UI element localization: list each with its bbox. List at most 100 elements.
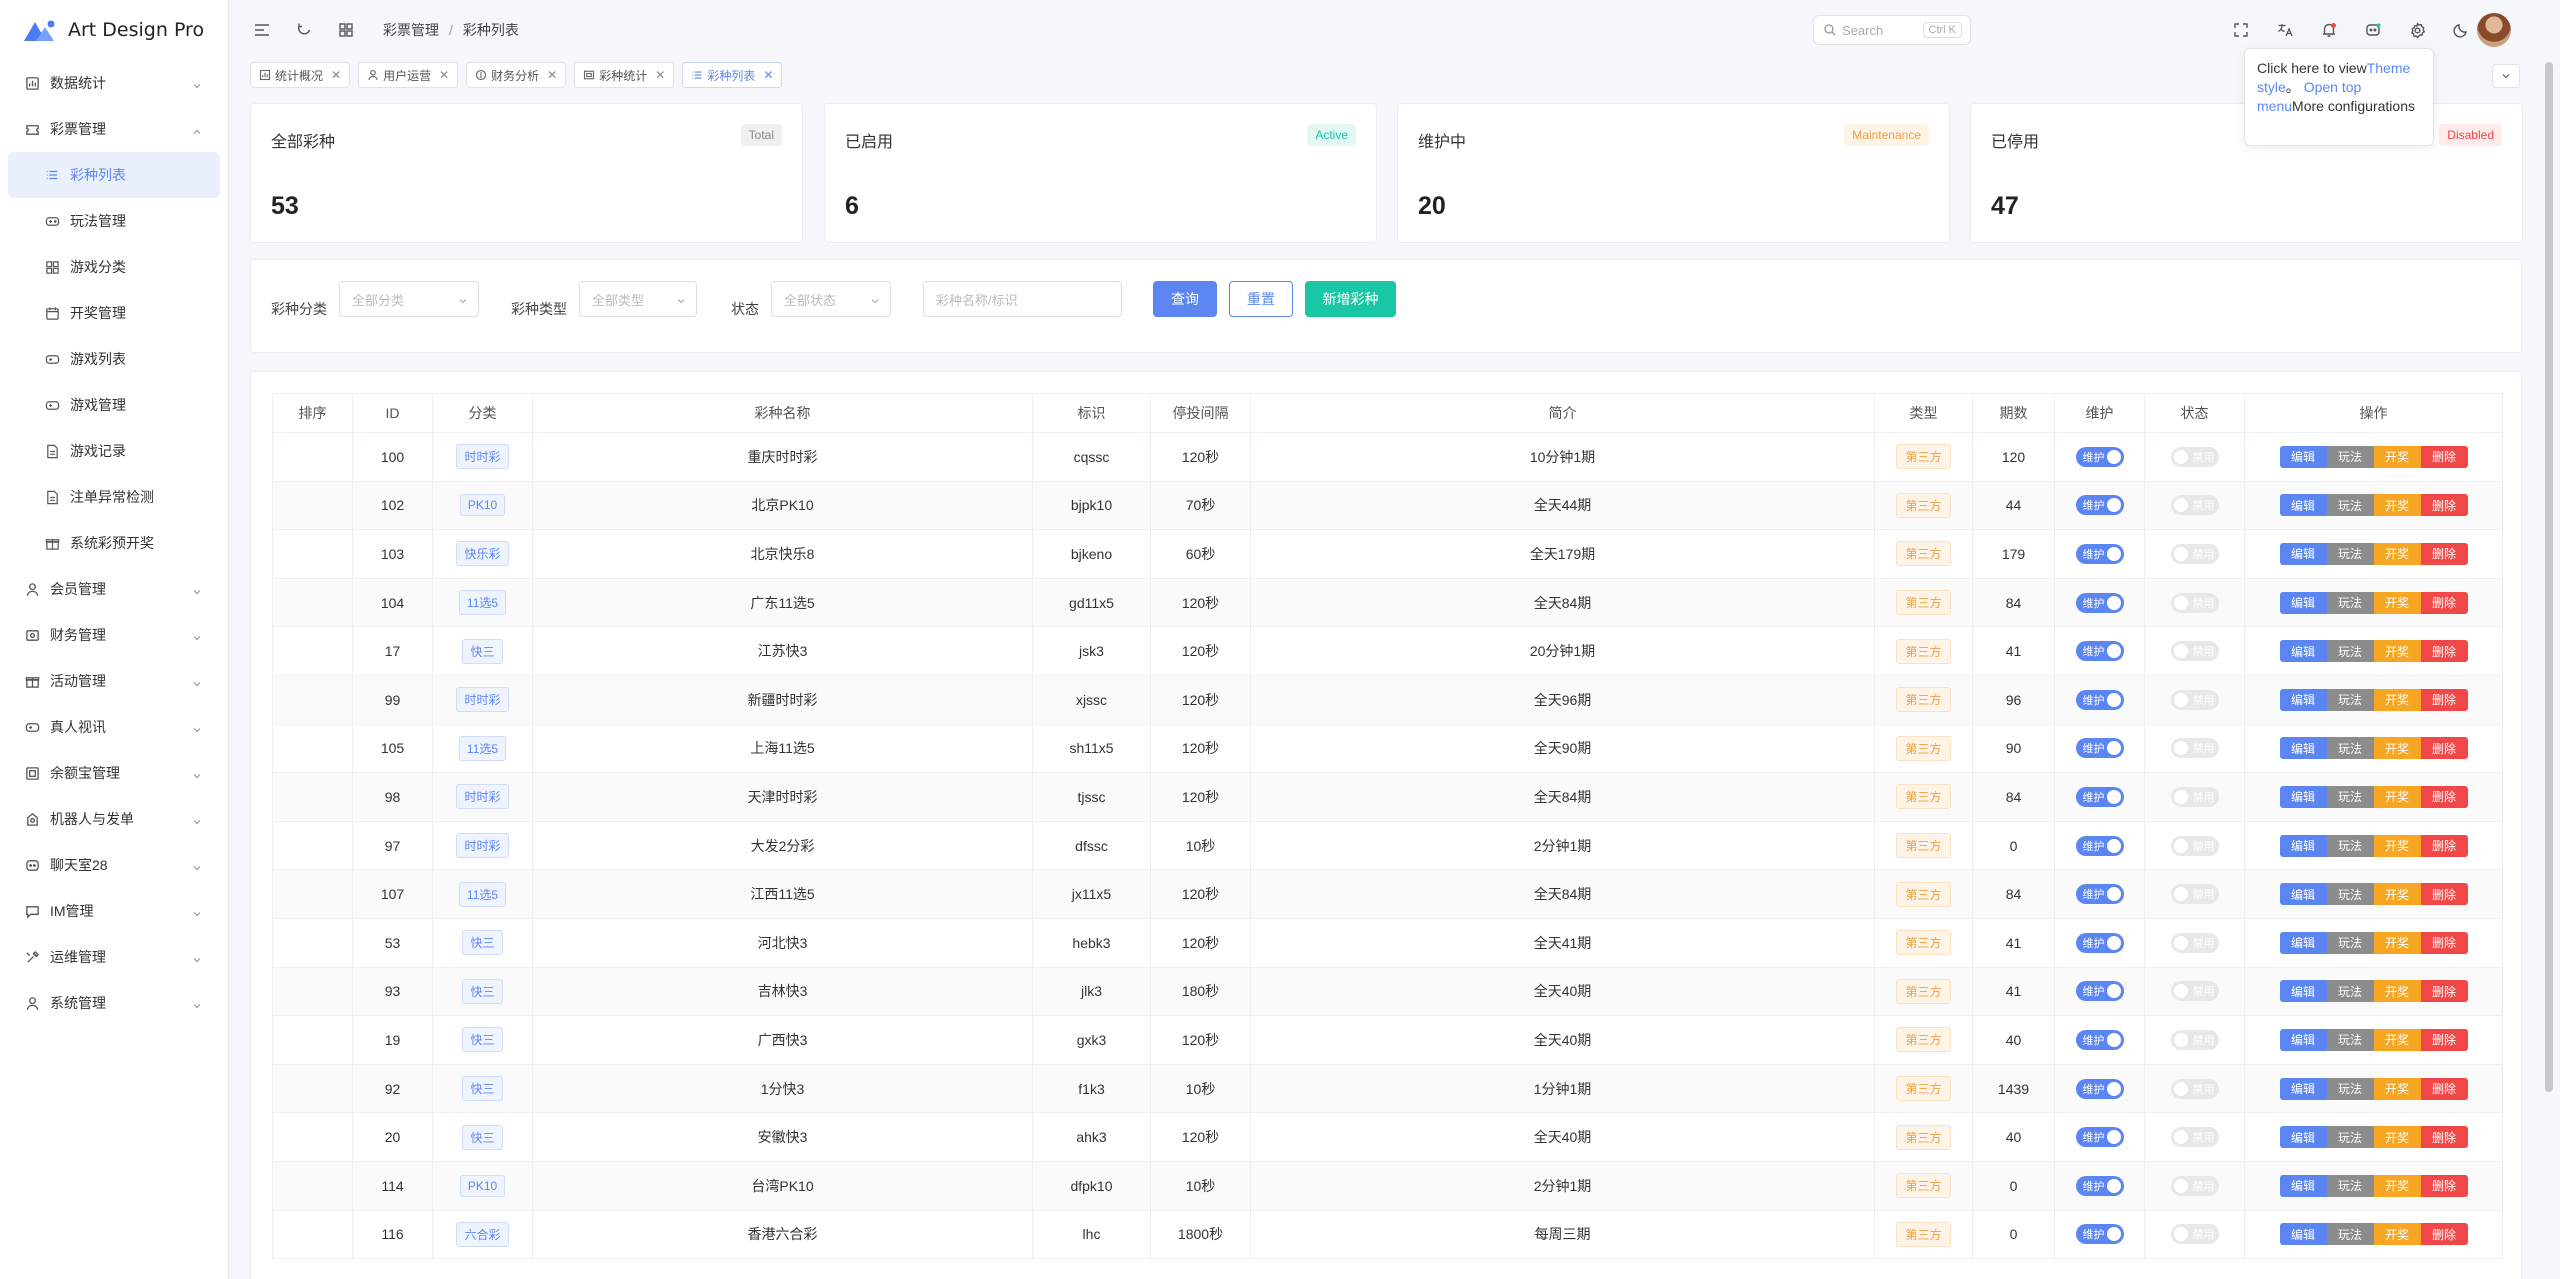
draw-button[interactable]: 开奖	[2373, 494, 2421, 517]
maintenance-toggle[interactable]: 维护	[2075, 835, 2124, 856]
delete-button[interactable]: 删除	[2420, 542, 2468, 565]
status-toggle[interactable]: 禁用	[2170, 592, 2219, 613]
type-select[interactable]: 全部类型	[579, 281, 697, 317]
reset-button[interactable]: 重置	[1229, 281, 1293, 317]
edit-button[interactable]: 编辑	[2279, 834, 2327, 857]
sidebar-item-ops[interactable]: 运维管理	[0, 934, 228, 980]
maintenance-toggle[interactable]: 维护	[2075, 932, 2124, 953]
sidebar-item-finance[interactable]: 财务管理	[0, 612, 228, 658]
status-toggle[interactable]: 禁用	[2170, 884, 2219, 905]
delete-button[interactable]: 删除	[2420, 785, 2468, 808]
menu-fold-icon[interactable]	[251, 19, 273, 41]
apps-grid-icon[interactable]	[335, 19, 357, 41]
tab-stats-overview[interactable]: 统计概况 ✕	[250, 62, 351, 88]
tab-finance-analysis[interactable]: 财务分析 ✕	[466, 62, 567, 88]
query-button[interactable]: 查询	[1153, 281, 1217, 317]
draw-button[interactable]: 开奖	[2373, 737, 2421, 760]
maintenance-toggle[interactable]: 维护	[2075, 786, 2124, 807]
draw-button[interactable]: 开奖	[2373, 1028, 2421, 1051]
play-rules-button[interactable]: 玩法	[2326, 1028, 2374, 1051]
play-rules-button[interactable]: 玩法	[2326, 1174, 2374, 1197]
play-rules-button[interactable]: 玩法	[2326, 980, 2374, 1003]
maintenance-toggle[interactable]: 维护	[2075, 543, 2124, 564]
sidebar-item-chatroom28[interactable]: 聊天室28	[0, 842, 228, 888]
close-icon[interactable]: ✕	[763, 68, 773, 82]
play-rules-button[interactable]: 玩法	[2326, 1077, 2374, 1100]
draw-button[interactable]: 开奖	[2373, 980, 2421, 1003]
status-toggle[interactable]: 禁用	[2170, 835, 2219, 856]
status-toggle[interactable]: 禁用	[2170, 932, 2219, 953]
close-icon[interactable]: ✕	[547, 68, 557, 82]
maintenance-toggle[interactable]: 维护	[2075, 1224, 2124, 1245]
play-rules-button[interactable]: 玩法	[2326, 688, 2374, 711]
delete-button[interactable]: 删除	[2420, 1028, 2468, 1051]
delete-button[interactable]: 删除	[2420, 591, 2468, 614]
maintenance-toggle[interactable]: 维护	[2075, 1078, 2124, 1099]
draw-button[interactable]: 开奖	[2373, 785, 2421, 808]
status-toggle[interactable]: 禁用	[2170, 786, 2219, 807]
edit-button[interactable]: 编辑	[2279, 931, 2327, 954]
edit-button[interactable]: 编辑	[2279, 1077, 2327, 1100]
status-toggle[interactable]: 禁用	[2170, 1078, 2219, 1099]
sidebar-subitem-bet-anomaly[interactable]: 注单异常检测	[0, 474, 228, 520]
delete-button[interactable]: 删除	[2420, 1126, 2468, 1149]
edit-button[interactable]: 编辑	[2279, 883, 2327, 906]
edit-button[interactable]: 编辑	[2279, 1223, 2327, 1246]
status-toggle[interactable]: 禁用	[2170, 981, 2219, 1002]
avatar[interactable]	[2477, 13, 2511, 47]
edit-button[interactable]: 编辑	[2279, 785, 2327, 808]
sidebar-item-members[interactable]: 会员管理	[0, 566, 228, 612]
delete-button[interactable]: 删除	[2420, 688, 2468, 711]
edit-button[interactable]: 编辑	[2279, 445, 2327, 468]
maintenance-toggle[interactable]: 维护	[2075, 1175, 2124, 1196]
maintenance-toggle[interactable]: 维护	[2075, 981, 2124, 1002]
page-scrollbar[interactable]	[2545, 62, 2553, 1092]
sidebar-item-system[interactable]: 系统管理	[0, 980, 228, 1026]
draw-button[interactable]: 开奖	[2373, 834, 2421, 857]
draw-button[interactable]: 开奖	[2373, 1174, 2421, 1197]
add-lottery-button[interactable]: 新增彩种	[1305, 281, 1396, 317]
sidebar-item-activity[interactable]: 活动管理	[0, 658, 228, 704]
settings-gear-icon[interactable]	[2406, 19, 2428, 41]
play-rules-button[interactable]: 玩法	[2326, 785, 2374, 808]
dark-mode-moon-icon[interactable]	[2450, 19, 2472, 41]
draw-button[interactable]: 开奖	[2373, 1126, 2421, 1149]
notification-bell-icon[interactable]	[2318, 19, 2340, 41]
status-toggle[interactable]: 禁用	[2170, 1029, 2219, 1050]
play-rules-button[interactable]: 玩法	[2326, 1126, 2374, 1149]
sidebar-subitem-lottery-list[interactable]: 彩种列表	[8, 152, 220, 198]
play-rules-button[interactable]: 玩法	[2326, 1223, 2374, 1246]
refresh-icon[interactable]	[293, 19, 315, 41]
close-icon[interactable]: ✕	[439, 68, 449, 82]
chat-icon[interactable]	[2362, 19, 2384, 41]
sidebar-subitem-draw-manage[interactable]: 开奖管理	[0, 290, 228, 336]
edit-button[interactable]: 编辑	[2279, 980, 2327, 1003]
maintenance-toggle[interactable]: 维护	[2075, 641, 2124, 662]
fullscreen-icon[interactable]	[2230, 19, 2252, 41]
sidebar-item-live-video[interactable]: 真人视讯	[0, 704, 228, 750]
tab-lottery-stats[interactable]: 彩种统计 ✕	[574, 62, 675, 88]
lottery-name-input[interactable]: 彩种名称/标识	[923, 281, 1122, 317]
play-rules-button[interactable]: 玩法	[2326, 834, 2374, 857]
tab-user-ops[interactable]: 用户运营 ✕	[358, 62, 459, 88]
status-toggle[interactable]: 禁用	[2170, 738, 2219, 759]
play-rules-button[interactable]: 玩法	[2326, 883, 2374, 906]
maintenance-toggle[interactable]: 维护	[2075, 884, 2124, 905]
translate-icon[interactable]	[2274, 19, 2296, 41]
maintenance-toggle[interactable]: 维护	[2075, 1127, 2124, 1148]
edit-button[interactable]: 编辑	[2279, 640, 2327, 663]
play-rules-button[interactable]: 玩法	[2326, 737, 2374, 760]
status-toggle[interactable]: 禁用	[2170, 689, 2219, 710]
sidebar-subitem-game-list[interactable]: 游戏列表	[0, 336, 228, 382]
delete-button[interactable]: 删除	[2420, 494, 2468, 517]
sidebar-item-yuebao[interactable]: 余额宝管理	[0, 750, 228, 796]
maintenance-toggle[interactable]: 维护	[2075, 592, 2124, 613]
status-toggle[interactable]: 禁用	[2170, 446, 2219, 467]
delete-button[interactable]: 删除	[2420, 980, 2468, 1003]
maintenance-toggle[interactable]: 维护	[2075, 446, 2124, 467]
delete-button[interactable]: 删除	[2420, 1223, 2468, 1246]
sidebar-item-data-stats[interactable]: 数据统计	[0, 60, 228, 106]
status-toggle[interactable]: 禁用	[2170, 495, 2219, 516]
edit-button[interactable]: 编辑	[2279, 1126, 2327, 1149]
maintenance-toggle[interactable]: 维护	[2075, 689, 2124, 710]
